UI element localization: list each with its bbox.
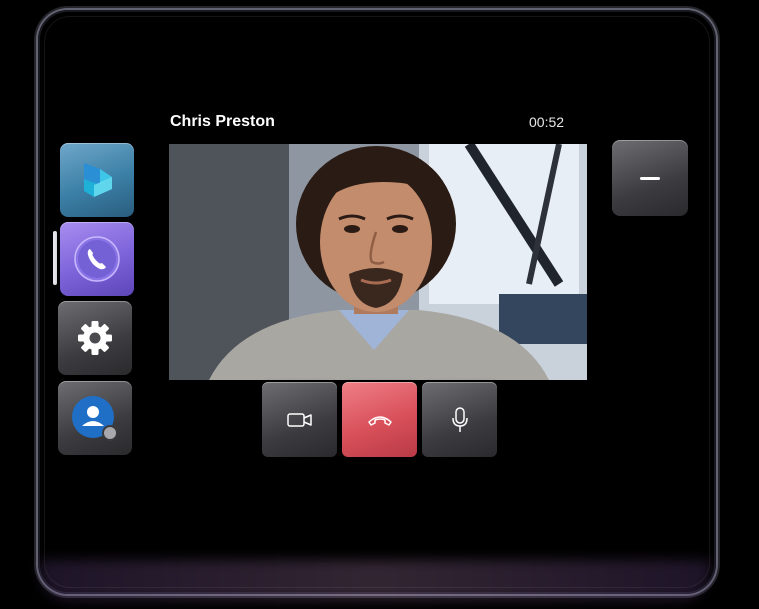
participant-video-image bbox=[169, 144, 587, 380]
sidebar-item-profile[interactable] bbox=[58, 381, 132, 455]
caller-name: Chris Preston bbox=[170, 113, 275, 130]
hang-up-button[interactable] bbox=[342, 382, 417, 457]
minimize-button[interactable] bbox=[612, 140, 688, 216]
active-indicator bbox=[53, 231, 57, 285]
sidebar-item-settings[interactable] bbox=[58, 301, 132, 375]
hang-up-icon bbox=[367, 415, 392, 426]
toggle-camera-button[interactable] bbox=[262, 382, 337, 457]
sidebar-item-calls[interactable] bbox=[60, 222, 134, 296]
phone-icon bbox=[74, 236, 120, 282]
person-icon bbox=[72, 396, 118, 441]
presence-status-icon bbox=[102, 425, 118, 441]
frame-glow bbox=[40, 560, 710, 600]
minimize-icon bbox=[640, 176, 660, 180]
dynamics-logo-icon bbox=[84, 163, 112, 197]
video-camera-icon bbox=[286, 412, 312, 427]
video-feed bbox=[169, 144, 587, 380]
gear-icon bbox=[78, 321, 112, 355]
toggle-microphone-button[interactable] bbox=[422, 382, 497, 457]
call-duration: 00:52 bbox=[529, 114, 565, 130]
sidebar-item-app[interactable] bbox=[60, 143, 134, 217]
microphone-icon bbox=[451, 406, 468, 432]
